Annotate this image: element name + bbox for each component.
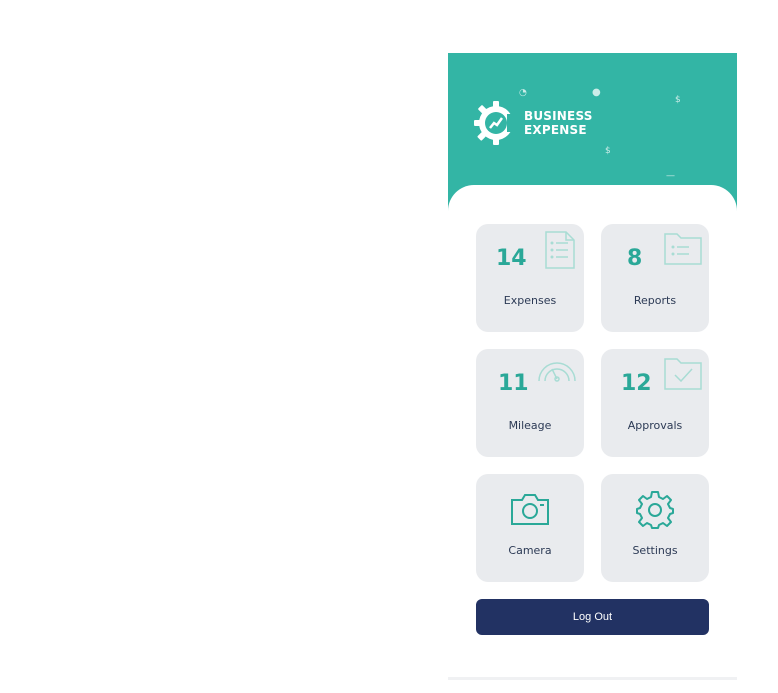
decor-dollar-icon: $ xyxy=(675,95,681,105)
speedometer-icon xyxy=(538,362,576,382)
app-screen: ◔ ● $ $ — BUSINESS EXPENSE 14 Expenses 8… xyxy=(448,53,737,693)
gear-icon xyxy=(636,491,674,529)
brand-name: BUSINESS EXPENSE xyxy=(524,109,593,137)
approvals-label: Approvals xyxy=(627,419,683,432)
bottom-divider xyxy=(448,677,737,680)
expenses-label: Expenses xyxy=(503,294,557,307)
tile-expenses[interactable]: 14 Expenses xyxy=(476,224,584,332)
brand-line2: EXPENSE xyxy=(524,123,587,137)
mileage-count: 11 xyxy=(498,371,529,396)
reports-label: Reports xyxy=(633,294,677,307)
tile-reports[interactable]: 8 Reports xyxy=(601,224,709,332)
tile-camera[interactable]: Camera xyxy=(476,474,584,582)
mileage-label: Mileage xyxy=(508,419,552,432)
decor-dollar-icon: $ xyxy=(605,146,611,156)
tile-approvals[interactable]: 12 Approvals xyxy=(601,349,709,457)
brand-logo: BUSINESS EXPENSE xyxy=(474,98,593,148)
decor-line-icon: — xyxy=(666,171,675,181)
gear-chart-icon xyxy=(474,101,519,145)
logout-button[interactable]: Log Out xyxy=(476,599,709,635)
tile-settings[interactable]: Settings xyxy=(601,474,709,582)
tile-mileage[interactable]: 11 Mileage xyxy=(476,349,584,457)
document-list-icon xyxy=(545,231,575,269)
dashboard-panel: 14 Expenses 8 Reports 11 Mileage 12 Appr… xyxy=(448,185,737,693)
expenses-count: 14 xyxy=(496,246,527,271)
camera-icon xyxy=(511,494,549,525)
folder-check-icon xyxy=(664,358,702,390)
settings-label: Settings xyxy=(632,544,678,557)
folder-list-icon xyxy=(664,233,702,265)
decor-circle-icon: ● xyxy=(592,87,601,98)
decor-dot-icon: ◔ xyxy=(519,88,527,98)
reports-count: 8 xyxy=(627,246,643,271)
brand-line1: BUSINESS xyxy=(524,109,593,123)
camera-label: Camera xyxy=(508,544,552,557)
approvals-count: 12 xyxy=(621,371,652,396)
